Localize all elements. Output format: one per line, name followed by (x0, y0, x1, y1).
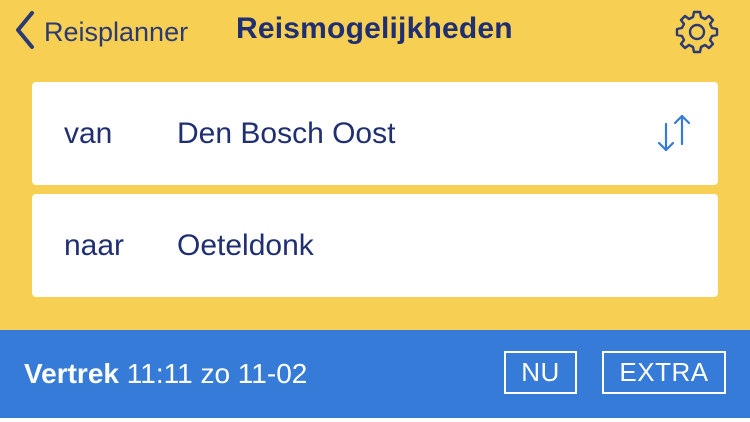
swap-arrows-icon (650, 114, 698, 162)
gear-icon (674, 10, 720, 58)
departure-info[interactable]: Vertrek 11:11 zo 11-02 (24, 358, 307, 390)
header-area: Reisplanner Reismogelijkheden van Den Bo… (0, 0, 750, 330)
to-label: naar (64, 229, 125, 262)
from-station-card[interactable]: van Den Bosch Oost (32, 82, 718, 185)
departure-bar[interactable]: Vertrek 11:11 zo 11-02 NU EXTRA (0, 330, 750, 418)
app-screen: Reisplanner Reismogelijkheden van Den Bo… (0, 0, 750, 422)
settings-button[interactable] (674, 8, 720, 54)
now-button[interactable]: NU (504, 351, 577, 394)
back-button[interactable]: Reisplanner (14, 8, 188, 56)
page-title: Reismogelijkheden (236, 12, 513, 45)
from-station-field[interactable]: Den Bosch Oost (177, 117, 395, 151)
extra-button[interactable]: EXTRA (602, 351, 726, 394)
departure-label: Vertrek (24, 358, 119, 389)
to-station-card[interactable]: naar Oeteldonk (32, 194, 718, 297)
departure-date: zo 11-02 (200, 358, 308, 389)
navigation-bar: Reisplanner Reismogelijkheden (0, 0, 750, 66)
departure-time: 11:11 (126, 358, 193, 389)
back-button-label: Reisplanner (44, 16, 189, 47)
from-label: van (64, 117, 113, 150)
to-station-field[interactable]: Oeteldonk (177, 229, 314, 263)
swap-stations-button[interactable] (650, 110, 698, 158)
chevron-left-icon (14, 10, 36, 55)
